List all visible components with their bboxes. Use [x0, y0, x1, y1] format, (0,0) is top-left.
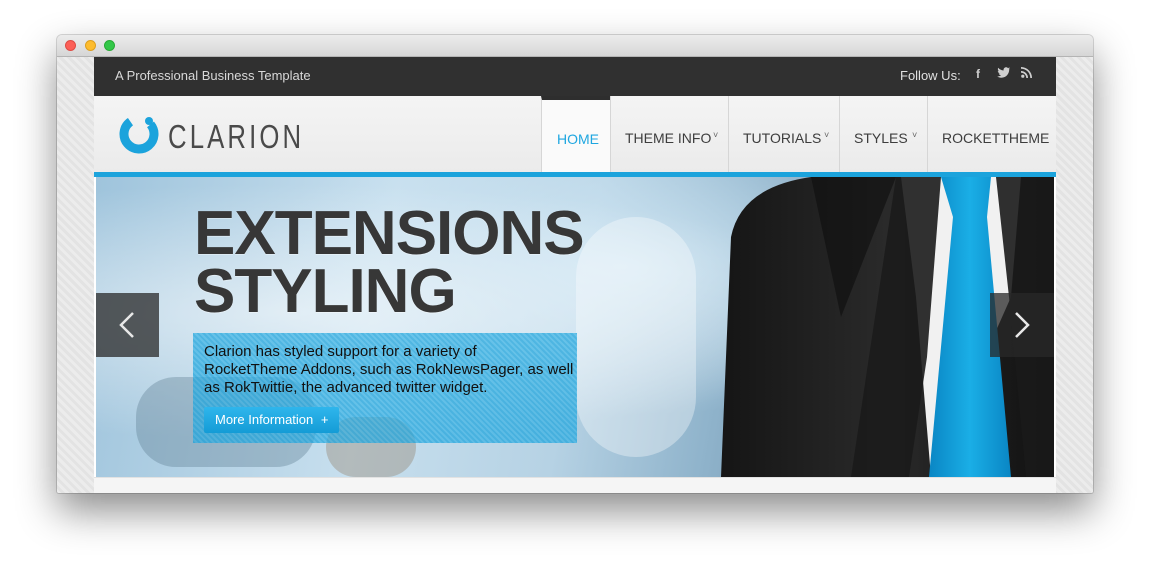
follow-us-label: Follow Us:	[900, 68, 961, 83]
nav-item-label: TUTORIALS	[743, 130, 822, 146]
more-information-button[interactable]: More Information +	[204, 407, 340, 433]
twitter-icon[interactable]	[997, 67, 1011, 82]
background-blur	[576, 217, 696, 457]
website: A Professional Business Template Follow …	[94, 57, 1056, 493]
logo-text: CLARION	[168, 118, 305, 155]
zoom-window-button[interactable]	[104, 40, 115, 51]
slide-next-button[interactable]	[990, 293, 1054, 357]
nav-item-home[interactable]: HOME	[541, 96, 611, 172]
hero-title-line: EXTENSIONS	[194, 199, 585, 268]
plus-icon: +	[320, 412, 329, 427]
facebook-icon[interactable]: f	[976, 67, 980, 81]
nav-item-label: ROCKETTHEME	[942, 130, 1050, 146]
window-titlebar	[57, 35, 1093, 57]
chevron-down-icon: ˅	[912, 130, 918, 140]
nav-item-label: THEME INFO	[625, 130, 712, 146]
nav-item-tutorials[interactable]: TUTORIALS ˅	[728, 96, 840, 172]
nav-item-rockettheme[interactable]: ROCKETTHEME	[927, 96, 1056, 172]
chevron-down-icon: ˅	[713, 130, 719, 140]
top-bar: A Professional Business Template Follow …	[94, 57, 1056, 96]
clarion-logo-icon	[119, 114, 159, 154]
hero-title: EXTENSIONS STYLING	[194, 199, 585, 326]
minimize-window-button[interactable]	[85, 40, 96, 51]
nav-item-theme-info[interactable]: THEME INFO ˅	[610, 96, 729, 172]
hero-title-line: STYLING	[194, 257, 457, 326]
browser-window: A Professional Business Template Follow …	[57, 35, 1093, 493]
chevron-right-icon	[1015, 312, 1030, 338]
slide-prev-button[interactable]	[96, 293, 159, 357]
nav-item-styles[interactable]: STYLES ˅	[839, 96, 928, 172]
chevron-left-icon	[119, 312, 134, 338]
rss-icon[interactable]	[1021, 67, 1032, 81]
site-tagline: A Professional Business Template	[115, 68, 311, 83]
site-header: CLARION HOME THEME INFO ˅ TUTORIALS ˅ ST…	[94, 96, 1056, 172]
close-window-button[interactable]	[65, 40, 76, 51]
hero-caption-box: Clarion has styled support for a variety…	[193, 333, 577, 443]
content-area-below	[94, 477, 1056, 493]
chevron-down-icon: ˅	[824, 130, 830, 140]
hero-slideshow: EXTENSIONS STYLING Clarion has styled su…	[96, 177, 1054, 477]
more-information-label: More Information	[215, 412, 314, 427]
hero-caption-text: Clarion has styled support for a variety…	[204, 343, 574, 396]
nav-item-label: HOME	[557, 131, 599, 147]
nav-item-label: STYLES	[854, 130, 908, 146]
